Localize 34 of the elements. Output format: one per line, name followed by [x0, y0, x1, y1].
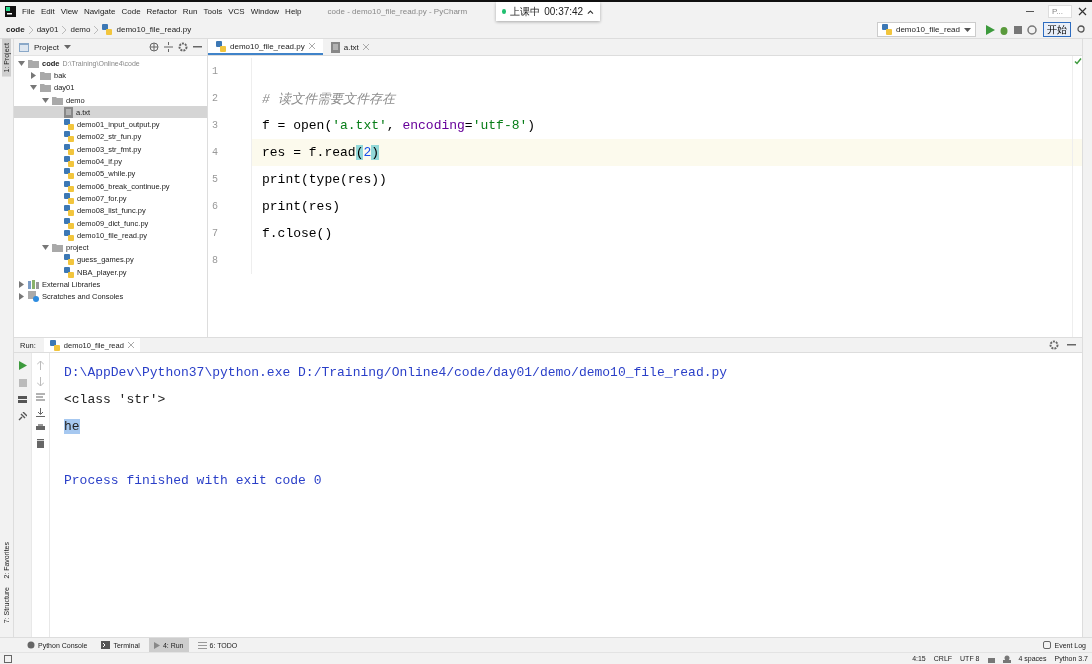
code-line: f.close() [261, 226, 333, 241]
editor-tab[interactable]: a.txt [322, 39, 377, 55]
menu-item[interactable]: Code [121, 7, 141, 16]
panel-title[interactable]: Project [34, 42, 59, 52]
code-line: res = f.read(2) [261, 145, 380, 160]
menu-item[interactable]: VCS [228, 7, 245, 16]
breadcrumb-item[interactable]: day01 [36, 25, 59, 34]
run-config-dropdown[interactable]: demo10_file_read [876, 22, 976, 37]
window-thumbnail: P... [1048, 5, 1072, 18]
recorder-status: 上课中 [510, 4, 541, 19]
menu-item[interactable]: Edit [40, 7, 55, 16]
code-line: print(res) [261, 199, 340, 214]
recorder-time: 00:37:42 [544, 6, 584, 17]
menu-item[interactable]: View [60, 7, 78, 16]
menu-item[interactable]: Navigate [83, 7, 116, 16]
console-line: D:\AppDev\Python37\python.exe D:/Training/Online4/code/day01/demo/demo10_file_read.py [64, 365, 728, 380]
menu-item[interactable]: Run [182, 7, 198, 16]
breadcrumb-item[interactable]: demo [70, 25, 91, 34]
console-line: Process finished with exit code 0 [64, 473, 322, 488]
code-line: # 读文件需要文件存在 [261, 90, 395, 108]
code-line: f = open('a.txt', encoding='utf-8') [261, 118, 536, 133]
menu-item[interactable]: Window [250, 7, 280, 16]
code-line: print(type(res)) [261, 172, 387, 187]
menu-item[interactable]: File [22, 7, 35, 16]
start-button[interactable]: 开始 [1043, 22, 1071, 37]
breadcrumb-item[interactable]: code [6, 25, 25, 34]
window-title: code - demo10_file_read.py - PyCharm [327, 7, 468, 16]
breadcrumb-item[interactable]: demo10_file_read.py [116, 25, 192, 34]
menu-item[interactable]: Tools [203, 7, 223, 16]
console-line: <class 'str'> [64, 392, 166, 407]
line-number: 4 [208, 139, 252, 166]
editor-tab[interactable]: demo10_file_read.py [208, 39, 323, 55]
menu-item[interactable]: Refactor [146, 7, 177, 16]
menu-item[interactable]: Help [285, 7, 302, 16]
